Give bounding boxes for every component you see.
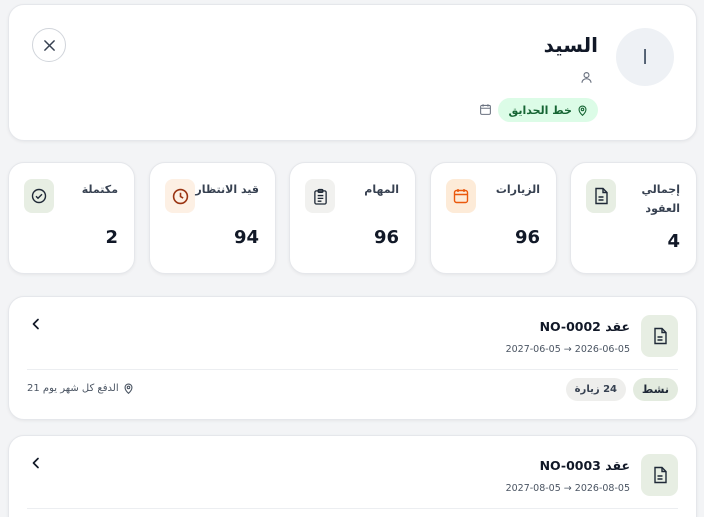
- avatar: ا: [616, 28, 674, 86]
- stat-label: المهام: [364, 183, 399, 196]
- payment-text: الدفع كل شهر يوم 21: [27, 383, 119, 394]
- stat-icon-box: [586, 179, 616, 213]
- stat-label: قيد الانتظار: [195, 183, 259, 196]
- user-icon: [581, 72, 592, 83]
- stat-value: 96: [514, 227, 540, 248]
- stat-label: إجمالي العقود: [641, 183, 680, 215]
- close-button[interactable]: [32, 28, 66, 62]
- payment-schedule: الدفع كل شهر يوم 21: [27, 383, 134, 394]
- clipboard-icon: [313, 188, 327, 205]
- clock-icon: [172, 188, 188, 204]
- status-badge: نشط: [632, 378, 678, 401]
- contract-dates: 2026-08-05 → 2027-08-05: [505, 483, 630, 494]
- map-pin-icon: [578, 105, 587, 116]
- stat-value: 96: [373, 227, 399, 248]
- contract-icon-box: [641, 454, 678, 496]
- map-pin-icon: [124, 383, 133, 394]
- stat-card-pending: قيد الانتظار 94: [149, 162, 276, 274]
- check-circle-icon: [31, 188, 47, 204]
- stat-icon-box: [305, 179, 335, 213]
- document-icon: [653, 327, 667, 345]
- stat-icon-box: [165, 179, 195, 213]
- stat-card-tasks: المهام 96: [289, 162, 416, 274]
- customer-header-card: ا السيد خط الحدايق: [8, 4, 697, 141]
- calendar-icon: [480, 104, 491, 115]
- divider: [27, 369, 678, 370]
- contract-card[interactable]: عقد NO-0003 2026-08-05 → 2027-08-05: [8, 435, 697, 517]
- chevron-left-icon[interactable]: [29, 456, 43, 470]
- avatar-initial: ا: [642, 45, 648, 69]
- contract-card[interactable]: عقد NO-0002 2026-06-05 → 2027-06-05 نشط …: [8, 296, 697, 420]
- route-badge: خط الحدايق: [498, 98, 598, 122]
- divider: [27, 508, 678, 509]
- stat-value: 4: [667, 231, 680, 252]
- route-name: خط الحدايق: [508, 103, 572, 117]
- chevron-left-icon[interactable]: [29, 317, 43, 331]
- document-icon: [595, 187, 608, 205]
- stat-card-completed: مكتملة 2: [8, 162, 135, 274]
- stat-icon-box: [446, 179, 476, 213]
- contract-dates: 2026-06-05 → 2027-06-05: [505, 344, 630, 355]
- stat-value: 94: [233, 227, 259, 248]
- visits-count-badge: 24 زيارة: [565, 378, 626, 401]
- stat-icon-box: [24, 179, 54, 213]
- contract-icon-box: [641, 315, 678, 357]
- stat-label: مكتملة: [81, 183, 118, 196]
- stat-card-total-contracts: إجمالي العقود 4: [570, 162, 697, 274]
- close-icon: [43, 39, 55, 51]
- stat-label: الزيارات: [495, 183, 540, 196]
- stat-value: 2: [105, 227, 118, 248]
- calendar-icon: [453, 189, 469, 204]
- contract-title: عقد NO-0003: [539, 458, 630, 473]
- document-icon: [653, 466, 667, 484]
- stat-card-visits: الزيارات 96: [430, 162, 557, 274]
- contract-title: عقد NO-0002: [539, 319, 630, 334]
- customer-name: السيد: [543, 33, 598, 57]
